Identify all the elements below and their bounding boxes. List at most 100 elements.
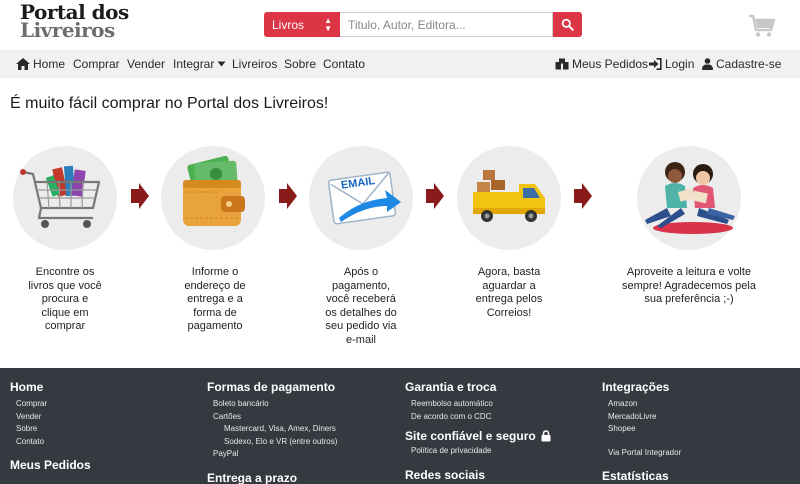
nav-home-label: Home — [33, 57, 66, 71]
footer-col-integracoes: Integrações Amazon MercadoLivre Shopee V… — [602, 380, 681, 483]
chevron-right-icon — [131, 183, 149, 209]
nav-cadastre-se[interactable]: Cadastre-se — [702, 50, 781, 78]
footer-link[interactable]: Sodexo, Elo e VR (entre outros) — [224, 436, 337, 449]
step-5-line: Aproveite a leitura e volte — [626, 266, 752, 278]
footer-link[interactable]: Sobre — [16, 423, 91, 436]
delivery-truck-icon — [473, 170, 545, 222]
page-headline: É muito fácil comprar no Portal dos Livr… — [10, 95, 329, 112]
footer-col-garantia: Garantia e troca Reembolso automático De… — [405, 380, 551, 482]
footer-heading: Redes sociais — [405, 467, 486, 482]
step-5-line: sempre! Agradecemos pela — [622, 279, 756, 292]
step-1-line: Encontre os — [35, 266, 95, 278]
chevron-right-icon — [574, 183, 592, 209]
footer-heading-label: Site confiável e seguro — [405, 429, 536, 443]
nav-cadastre-se-label: Cadastre-se — [716, 57, 782, 71]
step-4-line: aguardar a — [482, 279, 536, 292]
step-1-illustration — [13, 146, 117, 250]
step-2-illustration — [161, 146, 265, 250]
footer-link[interactable]: Reembolso automático — [411, 398, 551, 411]
footer-heading: Site confiável e seguro — [405, 429, 551, 443]
step-3-line: os detalhes do — [325, 306, 397, 319]
step-5-text: Aproveite a leitura e volte sempre! Agra… — [614, 266, 764, 307]
footer-link[interactable]: Shopee — [608, 423, 681, 436]
step-3-line: você receberá — [326, 293, 396, 305]
nav-login[interactable]: Login — [649, 50, 694, 78]
nav-vender[interactable]: Vender — [127, 50, 165, 78]
cart-icon[interactable] — [748, 14, 776, 38]
user-icon — [702, 58, 713, 70]
step-2-line: entrega e a — [187, 293, 243, 305]
step-3-illustration: EMAIL — [309, 146, 413, 250]
footer-heading[interactable]: Home — [10, 380, 91, 394]
nav-meus-pedidos-label: Meus Pedidos — [572, 57, 649, 71]
footer-link[interactable]: Amazon — [608, 398, 681, 411]
step-2-line: forma de — [193, 306, 237, 319]
footer-heading[interactable]: Meus Pedidos — [10, 458, 91, 472]
step-4-text: Agora, basta aguardar a entrega pelos Co… — [462, 266, 556, 320]
footer-heading: Garantia e troca — [405, 380, 497, 394]
step-4-line: Agora, basta — [477, 266, 541, 278]
step-2-line: Informe o — [191, 266, 239, 278]
footer-link[interactable]: Cartões — [213, 411, 337, 424]
reading-people-icon — [645, 162, 735, 234]
chevron-right-icon — [279, 183, 297, 209]
header: Portal dos Livreiros Livros ▲ ▼ Titulo, A… — [0, 0, 800, 50]
footer-heading[interactable]: Estatísticas — [602, 469, 681, 483]
footer-link[interactable]: PayPal — [213, 448, 337, 461]
step-4-line: Correios! — [486, 306, 532, 319]
step-3-line: seu pedido via — [325, 320, 397, 332]
step-5-line: sua preferência ;-) — [644, 293, 734, 305]
footer-heading: Entrega a prazo — [207, 470, 298, 484]
nav-home[interactable]: Home — [16, 50, 65, 78]
search-category-select[interactable]: Livros ▲ ▼ — [264, 12, 340, 37]
search-input[interactable]: Titulo, Autor, Editora... — [340, 12, 553, 37]
nav-login-label: Login — [665, 57, 695, 71]
footer-heading: Integrações — [602, 380, 670, 394]
step-1-line: procura e — [41, 293, 89, 305]
logo-line-2: Livreiros — [20, 18, 115, 43]
nav-contato[interactable]: Contato — [323, 50, 365, 78]
step-3-line: e-mail — [346, 333, 376, 346]
footer-link[interactable]: Vender — [16, 411, 91, 424]
email-envelope-icon: EMAIL — [327, 171, 401, 225]
footer-link[interactable]: Comprar — [16, 398, 91, 411]
orders-icon — [555, 58, 569, 70]
step-4-line: entrega pelos — [475, 293, 543, 305]
step-1-text: Encontre os livros que você procura e cl… — [15, 266, 115, 334]
login-icon — [649, 58, 662, 70]
lock-icon — [541, 430, 551, 442]
step-3-line: Após o — [343, 266, 379, 278]
site-logo[interactable]: Portal dos Livreiros — [20, 2, 129, 43]
step-5-illustration — [637, 146, 741, 250]
home-icon — [16, 58, 30, 70]
nav-sobre[interactable]: Sobre — [284, 50, 316, 78]
search-bar: Livros ▲ ▼ Titulo, Autor, Editora... — [264, 12, 582, 37]
step-1-line: comprar — [44, 320, 86, 332]
footer-col-pagamento: Formas de pagamento Boleto bancário Cart… — [207, 380, 337, 484]
nav-comprar[interactable]: Comprar — [73, 50, 120, 78]
step-1-line: livros que você — [28, 279, 102, 292]
footer-link[interactable]: De acordo com o CDC — [411, 411, 551, 424]
search-category-value: Livros — [272, 17, 305, 32]
step-4-illustration — [457, 146, 561, 250]
nav-integrar[interactable]: Integrar — [173, 50, 226, 78]
step-2-line: endereço de — [184, 279, 246, 292]
footer-link[interactable]: Contato — [16, 436, 91, 449]
search-icon — [561, 18, 574, 31]
site-footer: Home Comprar Vender Sobre Contato Meus P… — [0, 368, 800, 484]
step-1-line: clique em — [41, 306, 89, 319]
search-button[interactable] — [553, 12, 582, 37]
footer-link[interactable]: Boleto bancário — [213, 398, 337, 411]
caret-down-icon — [217, 61, 226, 67]
step-2-text: Informe o endereço de entrega e a forma … — [170, 266, 260, 334]
footer-link[interactable]: MercadoLivre — [608, 411, 681, 424]
nav-meus-pedidos[interactable]: Meus Pedidos — [555, 50, 648, 78]
nav-livreiros[interactable]: Livreiros — [232, 50, 277, 78]
footer-heading: Formas de pagamento — [207, 380, 336, 394]
shopping-cart-books-icon — [20, 165, 101, 228]
footer-link[interactable]: Mastercard, Visa, Amex, Diners — [224, 423, 337, 436]
footer-link[interactable]: Política de privacidade — [411, 445, 551, 458]
footer-link[interactable]: Via Portal Integrador — [608, 447, 681, 460]
wallet-icon — [183, 155, 245, 226]
step-3-line: pagamento, — [331, 279, 391, 292]
